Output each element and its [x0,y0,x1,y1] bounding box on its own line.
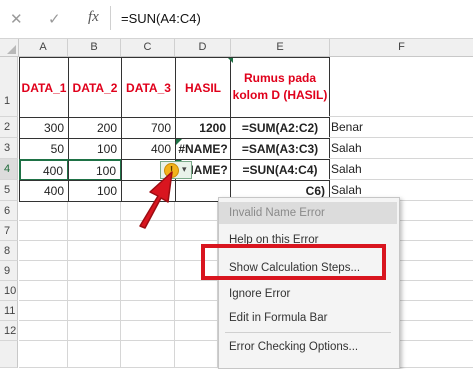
close-icon[interactable]: ✕ [10,10,23,28]
row-header-8[interactable]: 8 [0,241,18,261]
cell-e1[interactable]: Rumus pada kolom D (HASIL) [230,57,330,118]
cell-e3[interactable]: =SAM(A3:C3) [230,138,330,160]
cell-a3[interactable]: 50 [19,138,69,160]
row-header-12[interactable]: 12 [0,321,18,341]
menu-item-invalid-name-error: Invalid Name Error [219,202,397,224]
cell-a1[interactable]: DATA_1 [19,57,69,118]
row-header-13 [0,341,18,368]
cell-d2[interactable]: 1200 [175,117,231,139]
cell-b1[interactable]: DATA_2 [68,57,122,118]
cell-e4[interactable]: =SUN(A4:C4) [230,159,330,181]
cell-b4[interactable]: 100 [68,159,122,181]
row-header-11[interactable]: 11 [0,301,18,321]
row-header-4[interactable]: 4 [0,159,18,180]
highlight-box [201,244,386,280]
pointer-arrow-icon [139,171,173,229]
chevron-down-icon: ▾ [182,164,187,174]
column-header-e[interactable]: E [231,39,330,56]
menu-item-ignore-error[interactable]: Ignore Error [219,283,397,305]
check-icon[interactable]: ✓ [48,10,61,28]
cell-f3[interactable]: Salah [329,138,473,159]
menu-divider [225,332,391,333]
error-indicator-d1 [228,58,233,63]
menu-item-edit-in-formula-bar[interactable]: Edit in Formula Bar [219,307,397,329]
cell-b3[interactable]: 100 [68,138,122,160]
cell-d1[interactable]: HASIL [175,57,231,118]
cell-a4[interactable]: 400 [19,159,69,181]
cell-a2[interactable]: 300 [19,117,69,139]
cell-d3[interactable]: #NAME? [175,138,231,160]
cell-c2[interactable]: 700 [121,117,176,139]
cell-c1[interactable]: DATA_3 [121,57,176,118]
cell-a5[interactable]: 400 [19,180,69,202]
row-header-1[interactable]: 1 [0,57,18,117]
column-header-c[interactable]: C [121,39,175,56]
column-header-bar: A B C D E F [0,39,473,57]
cell-c3[interactable]: 400 [121,138,176,160]
column-header-b[interactable]: B [68,39,121,56]
cell-b2[interactable]: 200 [68,117,122,139]
formula-bar-divider [110,6,111,30]
cell-b5[interactable]: 100 [68,180,122,202]
formula-bar: ✕ ✓ fx =SUN(A4:C4) [0,0,473,39]
cell-e1-line2: kolom D (HASIL) [232,88,328,102]
fx-label[interactable]: fx [88,9,99,26]
cell-f4[interactable]: Salah [329,159,473,180]
cell-f2[interactable]: Benar [329,117,473,138]
column-header-a[interactable]: A [19,39,68,56]
row-header-7[interactable]: 7 [0,221,18,241]
row-header-5[interactable]: 5 [0,180,18,201]
row-header-3[interactable]: 3 [0,138,18,159]
menu-item-error-checking-options[interactable]: Error Checking Options... [219,336,397,358]
select-all-corner[interactable] [0,39,19,56]
row-header-6[interactable]: 6 [0,201,18,221]
error-context-menu: Invalid Name Error Help on this Error Sh… [218,197,400,369]
column-header-d[interactable]: D [175,39,231,56]
cell-e1-line1: Rumus pada [243,71,316,85]
cell-f1[interactable] [329,57,473,117]
formula-input[interactable]: =SUN(A4:C4) [121,11,201,26]
row-header-10[interactable]: 10 [0,281,18,301]
cell-e2[interactable]: =SUM(A2:C2) [230,117,330,139]
column-header-f[interactable]: F [330,39,473,56]
error-indicator-d3 [176,139,182,145]
row-header-9[interactable]: 9 [0,261,18,281]
row-header-2[interactable]: 2 [0,117,18,138]
